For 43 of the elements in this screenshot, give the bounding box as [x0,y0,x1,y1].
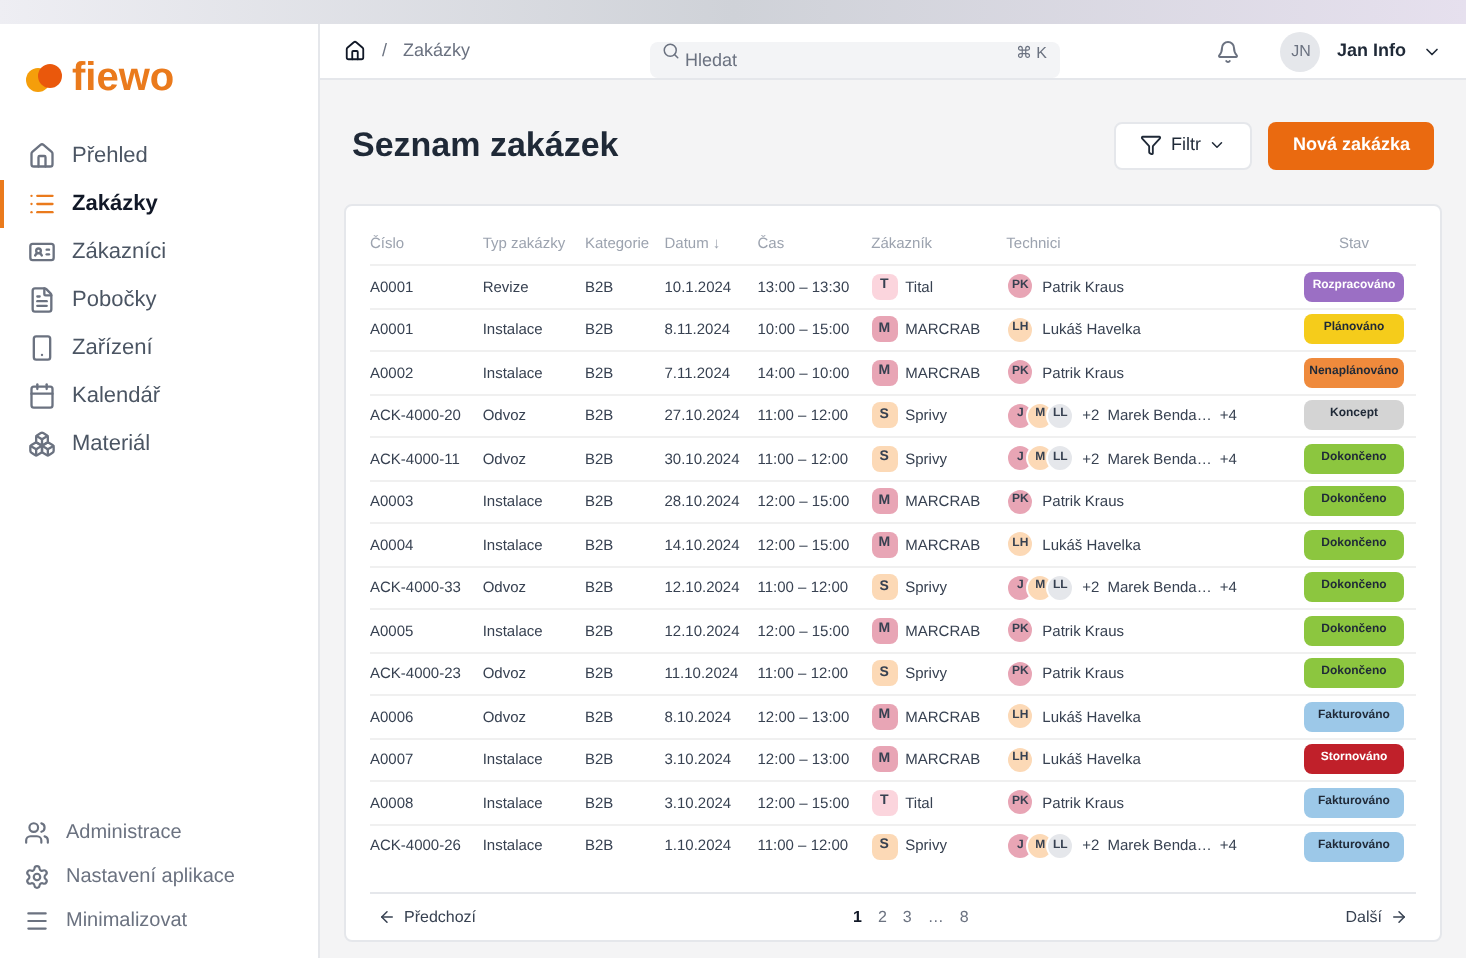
page-link[interactable]: 1 [852,905,862,929]
sidebar-item[interactable]: Administrace [0,810,318,854]
document-icon [28,286,56,314]
logo: fiewo [72,54,175,104]
page-link[interactable]: … [927,905,944,929]
bell-icon[interactable] [1216,39,1241,63]
sidebar-item[interactable]: Materiál [0,420,318,468]
filter-button[interactable]: Filtr [1114,121,1253,170]
sidebar-item[interactable]: Přehled [0,132,318,180]
search-icon [661,42,680,60]
home-icon[interactable] [344,40,366,62]
calendar-icon [28,382,56,410]
page-link[interactable]: 2 [877,905,887,929]
filter-icon [1140,134,1163,157]
arrow-right-icon [1390,908,1408,926]
previous-button[interactable]: Předchozí [370,905,485,929]
next-button[interactable]: Další [1337,905,1416,929]
sidebar-item[interactable]: Zařízení [0,324,318,372]
page-link[interactable]: 8 [959,905,969,929]
sidebar-item[interactable]: Kalendář [0,372,318,420]
sidebar-item[interactable]: Minimalizovat [0,898,318,942]
sidebar-item[interactable]: Zákazníci [0,228,318,276]
list-icon [28,190,56,218]
breadcrumb-separator: / [382,37,388,64]
page-link[interactable]: 3 [902,905,912,929]
new-order-button[interactable]: Nová zakázka [1268,121,1434,170]
arrow-left-icon [378,908,396,926]
users-icon [24,819,50,845]
user-avatar[interactable]: JN [1280,31,1321,71]
page-title: Seznam zakázek [352,124,621,168]
sidebar-item[interactable]: Nastavení aplikace [0,854,318,898]
menu-icon [24,907,50,933]
boxes-icon [28,430,56,458]
settings-icon [24,863,50,889]
phone-icon [28,334,56,362]
breadcrumb[interactable]: Zakázky [403,37,634,65]
home-icon [28,142,56,170]
shortcut-hint: ⌘ K [1015,41,1048,65]
sidebar-item[interactable]: Pobočky [0,276,318,324]
id-card-icon [28,238,56,266]
sidebar-item[interactable]: Zakázky [0,180,318,228]
user-name[interactable]: Jan Info [1336,37,1406,65]
logo-icon [24,60,64,96]
